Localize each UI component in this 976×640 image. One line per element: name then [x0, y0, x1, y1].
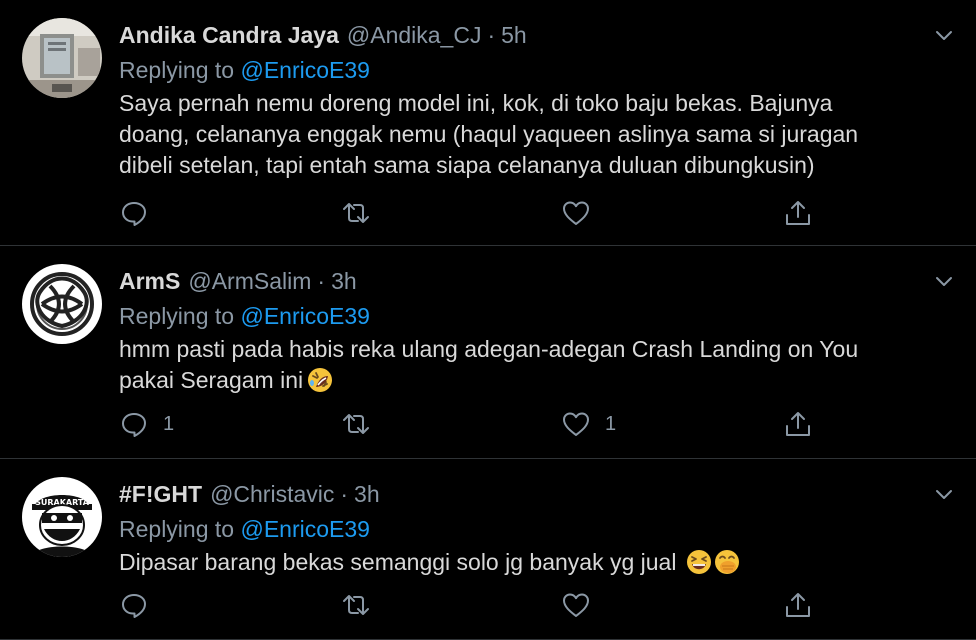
separator-dot: · [487, 22, 496, 48]
share-icon [783, 590, 813, 620]
like-count: 1 [605, 412, 617, 435]
separator-dot: · [340, 481, 349, 507]
avatar[interactable] [22, 264, 102, 344]
tweet-actions: 1 1 [119, 409, 819, 439]
separator-dot: · [317, 268, 326, 294]
timestamp[interactable]: 3h [331, 268, 357, 294]
tweet-text-line-with-emoji: pakai Seragam ini [119, 365, 956, 401]
timestamp[interactable]: 5h [501, 22, 527, 48]
share-button[interactable] [783, 590, 813, 620]
reply-button[interactable] [119, 198, 163, 228]
tweet-text-line: pakai Seragam ini [119, 367, 304, 393]
author-name[interactable]: Andika Candra Jaya [119, 22, 339, 48]
reply-button[interactable] [119, 590, 163, 620]
reply-button[interactable]: 1 [119, 409, 174, 439]
author-handle[interactable]: @ArmSalim [188, 268, 311, 294]
tweet-body: ArmS @ArmSalim · 3h Replying to @EnricoE39 … [119, 264, 956, 401]
like-button[interactable] [561, 198, 605, 228]
tweet[interactable]: Andika Candra Jaya @Andika_CJ · 5h Replying… [0, 0, 976, 246]
avatar[interactable]: SURAKARTA [22, 477, 102, 557]
author-name[interactable]: #F!GHT [119, 481, 202, 507]
retweet-icon [341, 409, 371, 439]
chevron-down-icon[interactable] [932, 272, 956, 292]
like-button[interactable]: 1 [561, 409, 616, 439]
tweet-header: Andika Candra Jaya @Andika_CJ · 5h [119, 18, 956, 52]
reply-count: 1 [163, 412, 175, 435]
retweet-button[interactable] [341, 590, 385, 620]
tweet-text-line-with-emoji: Dipasar barang bekas semanggi solo jg ba… [119, 547, 956, 583]
share-button[interactable] [783, 409, 813, 439]
replying-to: Replying to @EnricoE39 [119, 53, 956, 87]
tweet-text-line: Dipasar barang bekas semanggi solo jg ba… [119, 549, 677, 575]
rolling-on-floor-laughing-emoji [307, 367, 333, 401]
retweet-icon [341, 198, 371, 228]
replying-prefix: Replying to [119, 57, 241, 83]
chevron-down-icon[interactable] [932, 485, 956, 505]
avatar[interactable] [22, 18, 102, 98]
chevron-down-icon[interactable] [932, 26, 956, 46]
grinning-squinting-face-emoji [686, 549, 712, 583]
timestamp[interactable]: 3h [354, 481, 380, 507]
reply-icon [119, 198, 149, 228]
like-button[interactable] [561, 590, 605, 620]
retweet-button[interactable] [341, 198, 385, 228]
tweet[interactable]: ArmS @ArmSalim · 3h Replying to @EnricoE39 … [0, 246, 976, 459]
like-icon [561, 198, 591, 228]
share-icon [783, 198, 813, 228]
like-icon [561, 590, 591, 620]
tweet-feed: Andika Candra Jaya @Andika_CJ · 5h Replying… [0, 0, 976, 640]
mention-link[interactable]: @EnricoE39 [240, 303, 369, 329]
tweet-text-line: Saya pernah nemu doreng model ini, kok, … [119, 90, 833, 116]
mention-link[interactable]: @EnricoE39 [240, 516, 369, 542]
retweet-button[interactable] [341, 409, 385, 439]
reply-icon [119, 590, 149, 620]
author-name[interactable]: ArmS [119, 268, 180, 294]
tweet-header: #F!GHT @Christavic · 3h [119, 477, 956, 511]
tweet-text: Saya pernah nemu doreng model ini, kok, … [119, 88, 956, 181]
tweet-actions [119, 198, 819, 228]
face-with-hand-over-mouth-emoji [714, 549, 740, 583]
tweet-text-line: dibeli setelan, tapi entah sama siapa ce… [119, 152, 815, 178]
tweet-header: ArmS @ArmSalim · 3h [119, 264, 956, 298]
tweet-body: Andika Candra Jaya @Andika_CJ · 5h Replying… [119, 18, 956, 181]
share-button[interactable] [783, 198, 813, 228]
replying-prefix: Replying to [119, 303, 241, 329]
author-handle[interactable]: @Andika_CJ [347, 22, 482, 48]
replying-to: Replying to @EnricoE39 [119, 512, 956, 546]
tweet-body: #F!GHT @Christavic · 3h Replying to @Enrico… [119, 477, 956, 583]
retweet-icon [341, 590, 371, 620]
tweet-text-line: hmm pasti pada habis reka ulang adegan-a… [119, 336, 859, 362]
mention-link[interactable]: @EnricoE39 [240, 57, 369, 83]
replying-prefix: Replying to [119, 516, 241, 542]
tweet-text: Dipasar barang bekas semanggi solo jg ba… [119, 547, 956, 583]
tweet-text: hmm pasti pada habis reka ulang adegan-a… [119, 334, 956, 401]
author-handle[interactable]: @Christavic [210, 481, 334, 507]
reply-icon [119, 409, 149, 439]
tweet-text-line: doang, celananya enggak nemu (haqul yaqu… [119, 121, 859, 147]
like-icon [561, 409, 591, 439]
replying-to: Replying to @EnricoE39 [119, 299, 956, 333]
tweet-actions [119, 590, 819, 620]
share-icon [783, 409, 813, 439]
tweet[interactable]: SURAKARTA #F!GHT @Christavic · 3h Replying … [0, 459, 976, 640]
